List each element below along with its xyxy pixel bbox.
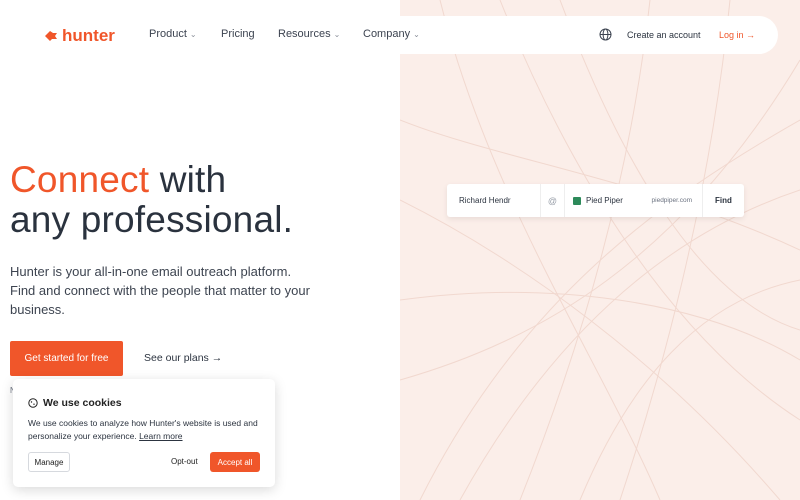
- hero-background-panel: [400, 0, 800, 500]
- learn-more-link[interactable]: Learn more: [139, 431, 182, 441]
- company-domain: piedpiper.com: [651, 197, 692, 204]
- cookie-icon: [28, 398, 38, 408]
- hero-subtitle: Hunter is your all-in-one email outreach…: [10, 264, 310, 317]
- hunter-logo-icon: [45, 31, 57, 41]
- company-name: Pied Piper: [586, 196, 623, 205]
- hunter-logo[interactable]: hunter: [44, 26, 115, 46]
- nav-item-label: Pricing: [221, 28, 255, 40]
- nav-item-company[interactable]: Company ⌄: [363, 28, 420, 40]
- chevron-down-icon: ⌄: [189, 29, 197, 39]
- company-logo-icon: [573, 196, 581, 205]
- nav-item-label: Product: [149, 28, 187, 40]
- get-started-button[interactable]: Get started for free: [10, 341, 123, 376]
- see-plans-link[interactable]: See our plans →: [144, 352, 222, 364]
- brand-name: hunter: [62, 26, 115, 45]
- cookie-banner: We use cookies We use cookies to analyze…: [13, 379, 275, 487]
- nav-item-label: Resources: [278, 28, 331, 40]
- manage-cookies-button[interactable]: Manage: [28, 452, 70, 472]
- nav-item-resources[interactable]: Resources ⌄: [278, 28, 340, 40]
- find-button[interactable]: Find: [702, 184, 744, 217]
- email-finder-widget: Richard Hendr @ Pied Piper piedpiper.com…: [447, 184, 744, 217]
- nav-item-label: Company: [363, 28, 411, 40]
- hero-title: Connect with any professional.: [10, 160, 390, 240]
- name-input[interactable]: Richard Hendr: [447, 196, 540, 205]
- opt-out-button[interactable]: Opt-out: [171, 457, 198, 466]
- hero-title-accent: Connect: [10, 159, 150, 200]
- create-account-link[interactable]: Create an account: [627, 30, 701, 40]
- hero-title-line2: any professional.: [10, 199, 294, 240]
- globe-icon[interactable]: [599, 28, 612, 41]
- hero-title-rest: with: [149, 159, 227, 200]
- chevron-down-icon: ⌄: [333, 29, 341, 39]
- cookie-banner-title: We use cookies: [28, 397, 122, 409]
- nav-item-pricing[interactable]: Pricing: [221, 28, 255, 40]
- company-input[interactable]: Pied Piper piedpiper.com: [565, 196, 702, 205]
- cookie-body: We use cookies to analyze how Hunter's w…: [28, 417, 263, 443]
- cookie-title-text: We use cookies: [43, 397, 122, 409]
- at-symbol: @: [540, 184, 565, 217]
- chevron-down-icon: ⌄: [413, 29, 420, 39]
- background-lines: [400, 0, 800, 500]
- login-link[interactable]: Log in →: [719, 30, 755, 40]
- accept-all-button[interactable]: Accept all: [210, 452, 260, 472]
- nav-item-product[interactable]: Product ⌄: [149, 28, 197, 40]
